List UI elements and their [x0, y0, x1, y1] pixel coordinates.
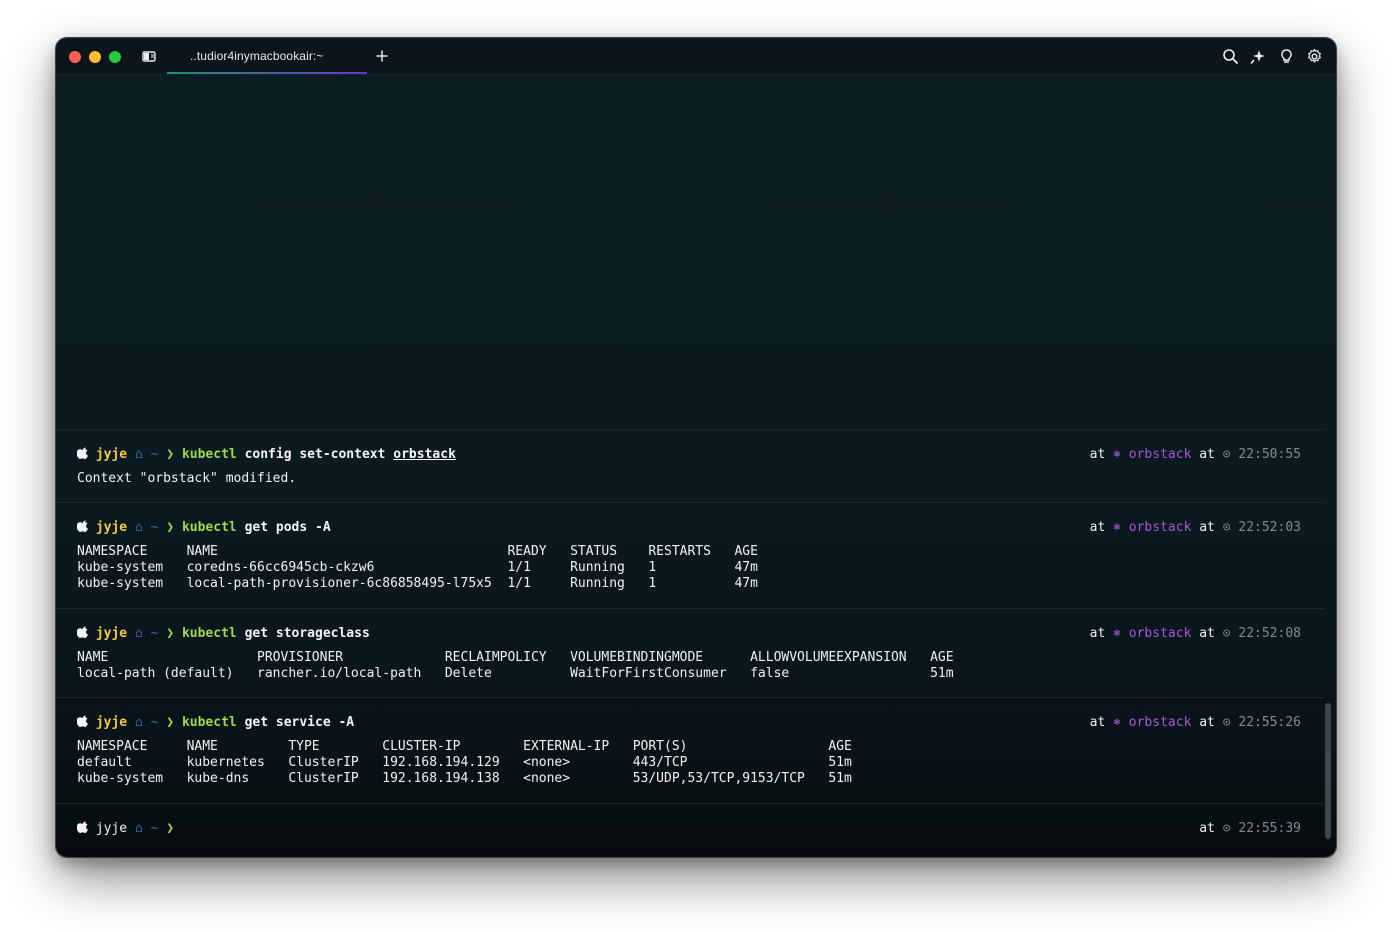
apple-icon [77, 626, 88, 638]
kubernetes-icon: ⎈ [1113, 520, 1121, 535]
output-line: kube-system coredns-66cc6945cb-ckzw6 1/1… [77, 560, 758, 575]
output-line: local-path (default) rancher.io/local-pa… [77, 666, 954, 681]
prompt-arrow: ❯ [166, 821, 175, 836]
right-prompt: at ⎈ orbstack at ⊙ 22:52:08 [1089, 626, 1301, 641]
timestamp: 22:55:26 [1238, 715, 1301, 730]
command-args: get storageclass [244, 626, 370, 641]
apple-icon [77, 715, 88, 727]
apple-icon [77, 447, 88, 459]
kube-context: orbstack [1128, 715, 1192, 730]
sidebar-toggle-icon[interactable] [142, 49, 156, 63]
close-button[interactable] [69, 51, 81, 63]
prompt-user: jyje [95, 447, 128, 462]
lightbulb-icon[interactable] [1278, 48, 1295, 65]
kubernetes-icon: ⎈ [1113, 447, 1121, 462]
search-icon[interactable] [1222, 48, 1239, 65]
prompt-cwd: ~ [150, 821, 159, 836]
home-icon: ⌂ [134, 715, 143, 730]
plus-icon[interactable] [374, 48, 390, 64]
timestamp: 22:55:39 [1238, 821, 1301, 836]
home-icon: ⌂ [134, 626, 143, 641]
command-name: kubectl [181, 520, 237, 535]
prompt-user: jyje [95, 715, 128, 730]
home-icon: ⌂ [134, 821, 143, 836]
prompt-user: jyje [95, 821, 128, 836]
command-args: config set-context [244, 447, 386, 462]
command-arg-context: orbstack [393, 447, 456, 462]
timestamp: 22:52:08 [1238, 626, 1301, 641]
right-prompt: at ⊙ 22:55:39 [1199, 821, 1301, 836]
output-line: Context "orbstack" modified. [77, 471, 297, 486]
command-args: get pods -A [244, 520, 331, 535]
right-prompt: at ⎈ orbstack at ⊙ 22:50:55 [1089, 447, 1301, 462]
home-icon: ⌂ [134, 447, 143, 462]
command-name: kubectl [181, 715, 237, 730]
command-line[interactable]: jyje ⌂ ~ ❯ kubectl get service -A [77, 715, 354, 731]
apple-icon [77, 821, 88, 833]
command-name: kubectl [181, 447, 237, 462]
clock-icon: ⊙ [1222, 626, 1231, 641]
kubernetes-icon: ⎈ [1113, 626, 1121, 641]
prompt-arrow: ❯ [166, 520, 175, 535]
prompt-user: jyje [95, 626, 128, 641]
right-prompt: at ⎈ orbstack at ⊙ 22:52:03 [1089, 520, 1301, 535]
command-args: get service -A [244, 715, 355, 730]
kubernetes-icon: ⎈ [1113, 715, 1121, 730]
block-separator [56, 429, 1324, 430]
prompt-cwd: ~ [150, 715, 159, 730]
current-prompt[interactable]: jyje ⌂ ~ ❯ [77, 821, 174, 837]
command-name: kubectl [181, 626, 237, 641]
output-line: NAME PROVISIONER RECLAIMPOLICY VOLUMEBIN… [77, 650, 954, 665]
tab-title: ..tudior4inymacbookair:~ [190, 49, 324, 63]
zoom-button[interactable] [109, 51, 121, 63]
kube-context: orbstack [1128, 520, 1192, 535]
clock-icon: ⊙ [1222, 520, 1231, 535]
clock-icon: ⊙ [1222, 447, 1231, 462]
command-line[interactable]: jyje ⌂ ~ ❯ kubectl get pods -A [77, 520, 331, 536]
kube-context: orbstack [1128, 626, 1192, 641]
tab-active-indicator [167, 72, 367, 74]
command-line[interactable]: jyje ⌂ ~ ❯ kubectl get storageclass [77, 626, 370, 642]
prompt-arrow: ❯ [166, 715, 175, 730]
block-separator [56, 803, 1324, 804]
ai-sparkle-icon[interactable] [1250, 48, 1267, 65]
title-bar: ..tudior4inymacbookair:~ [56, 38, 1336, 75]
output-line: NAMESPACE NAME TYPE CLUSTER-IP EXTERNAL-… [77, 739, 852, 754]
command-line[interactable]: jyje ⌂ ~ ❯ kubectl config set-context or… [77, 447, 456, 463]
terminal-window: ..tudior4inymacbookair:~ jyje ⌂ ~ ❯ kube… [56, 38, 1336, 857]
prompt-cwd: ~ [150, 520, 159, 535]
timestamp: 22:52:03 [1238, 520, 1301, 535]
apple-icon [77, 520, 88, 532]
prompt-user: jyje [95, 520, 128, 535]
scrollbar[interactable] [1325, 703, 1331, 839]
tab-active[interactable]: ..tudior4inymacbookair:~ [167, 38, 367, 74]
prompt-cwd: ~ [150, 626, 159, 641]
prompt-cwd: ~ [150, 447, 159, 462]
right-prompt: at ⎈ orbstack at ⊙ 22:55:26 [1089, 715, 1301, 730]
block-separator [56, 502, 1324, 503]
prompt-arrow: ❯ [166, 447, 175, 462]
block-separator [56, 697, 1324, 698]
output-line: kube-system local-path-provisioner-6c868… [77, 576, 758, 591]
home-icon: ⌂ [134, 520, 143, 535]
prompt-arrow: ❯ [166, 626, 175, 641]
timestamp: 22:50:55 [1238, 447, 1301, 462]
output-line: NAMESPACE NAME READY STATUS RESTARTS AGE [77, 544, 758, 559]
settings-gear-icon[interactable] [1306, 48, 1323, 65]
terminal-content[interactable]: jyje ⌂ ~ ❯ kubectl config set-context or… [56, 75, 1336, 857]
output-line: kube-system kube-dns ClusterIP 192.168.1… [77, 771, 852, 786]
kube-context: orbstack [1128, 447, 1192, 462]
minimize-button[interactable] [89, 51, 101, 63]
block-separator [56, 608, 1324, 609]
clock-icon: ⊙ [1222, 715, 1231, 730]
clock-icon: ⊙ [1222, 821, 1231, 836]
output-line: default kubernetes ClusterIP 192.168.194… [77, 755, 852, 770]
